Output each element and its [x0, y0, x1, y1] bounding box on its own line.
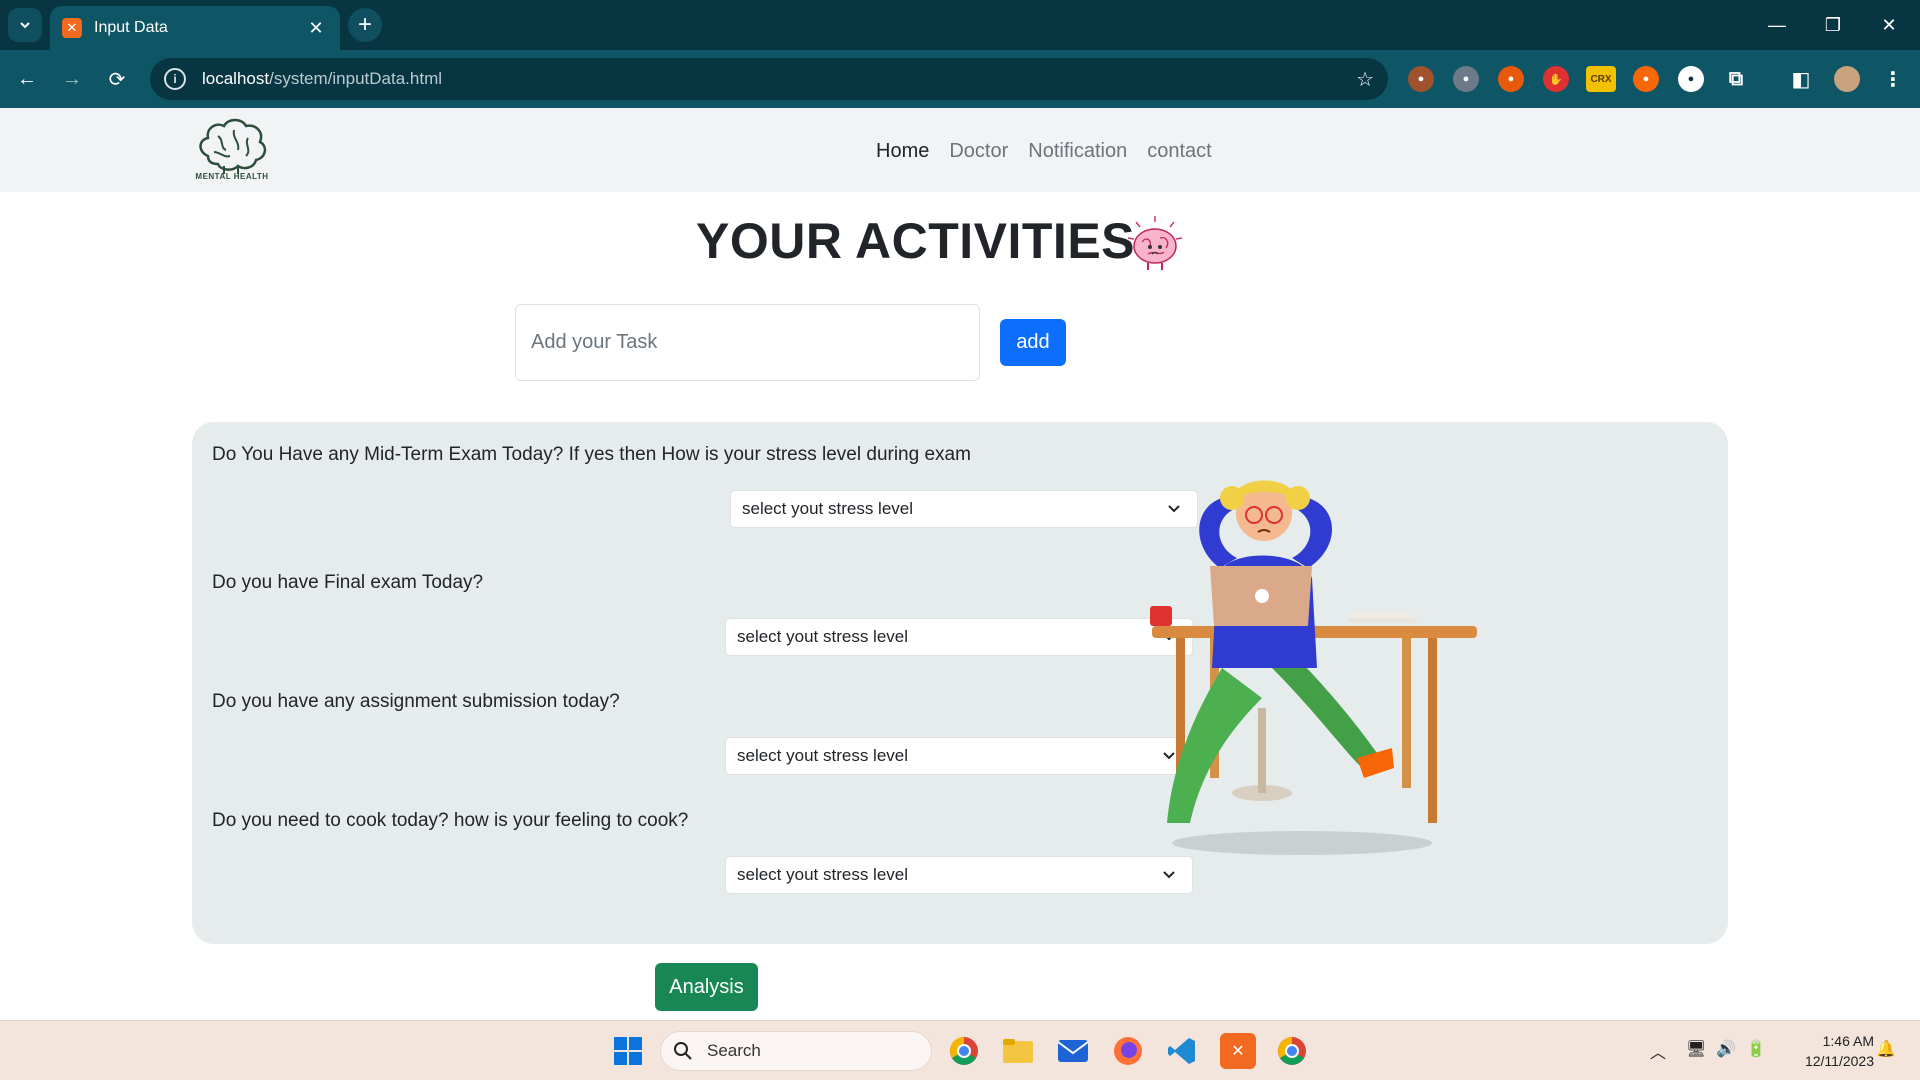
- address-url: localhost/system/inputData.html: [202, 69, 443, 88]
- extension-icon[interactable]: ●: [1678, 66, 1704, 92]
- extension-icon[interactable]: ●: [1633, 66, 1659, 92]
- clock-time: 1:46 AM: [1822, 1033, 1874, 1049]
- restore-icon[interactable]: ❐: [1810, 8, 1856, 42]
- windows-logo-icon: [614, 1037, 642, 1065]
- logo-text: MENTAL HEALTH: [195, 172, 269, 181]
- bookmark-star-icon[interactable]: ☆: [1356, 67, 1374, 92]
- search-label: Search: [707, 1041, 761, 1060]
- chrome-active-icon[interactable]: [1274, 1033, 1310, 1069]
- new-tab-button[interactable]: +: [348, 8, 382, 42]
- task-input[interactable]: [515, 304, 980, 381]
- xampp-icon[interactable]: ✕: [1220, 1033, 1256, 1069]
- nav-contact[interactable]: contact: [1147, 140, 1211, 163]
- battery-icon[interactable]: 🔋: [1746, 1039, 1766, 1059]
- chevron-down-icon: [1163, 871, 1175, 879]
- add-task-button[interactable]: add: [1000, 319, 1066, 366]
- analysis-button[interactable]: Analysis: [655, 963, 758, 1011]
- vscode-icon[interactable]: [1164, 1033, 1200, 1069]
- select-value: select yout stress level: [737, 746, 909, 765]
- question-label-cook: Do you need to cook today? how is your f…: [212, 810, 689, 831]
- browser-tab-strip: ✕ Input Data ✕ + — ❐ ✕: [0, 0, 1920, 50]
- select-value: select yout stress level: [737, 627, 909, 646]
- fire-extension-icon[interactable]: ●: [1498, 66, 1524, 92]
- crx-extension-icon[interactable]: CRX: [1586, 66, 1616, 92]
- stress-select-cook[interactable]: select yout stress level: [725, 856, 1193, 894]
- windows-start-icon[interactable]: [610, 1033, 646, 1069]
- tab-title: Input Data: [94, 19, 168, 36]
- profile-avatar[interactable]: [1834, 66, 1860, 92]
- select-value: select yout stress level: [742, 499, 914, 518]
- network-icon[interactable]: 🖥: [1686, 1039, 1706, 1059]
- back-arrow-icon[interactable]: ←: [10, 62, 44, 96]
- browser-toolbar: ← → ⟳ i localhost/system/inputData.html …: [0, 50, 1920, 108]
- chevron-down-icon: [20, 22, 30, 29]
- nav-notification[interactable]: Notification: [1028, 140, 1127, 163]
- side-panel-icon[interactable]: ◧: [1788, 66, 1814, 92]
- forward-arrow-icon[interactable]: →: [55, 62, 89, 96]
- site-navbar: MENTAL HEALTH Home Doctor Notification c…: [0, 108, 1920, 192]
- chrome-icon[interactable]: [946, 1033, 982, 1069]
- puzzle-extensions-icon[interactable]: ⧉: [1723, 66, 1749, 92]
- stressed-brain-icon: [1127, 216, 1183, 270]
- cookie-extension-icon[interactable]: ●: [1408, 66, 1434, 92]
- tab-input-data[interactable]: ✕ Input Data ✕: [50, 6, 340, 50]
- file-explorer-icon[interactable]: [1000, 1033, 1036, 1069]
- question-label-midterm: Do You Have any Mid-Term Exam Today? If …: [212, 444, 971, 465]
- address-bar[interactable]: i localhost/system/inputData.html ☆: [150, 58, 1388, 100]
- questions-panel: Do You Have any Mid-Term Exam Today? If …: [192, 422, 1728, 944]
- notification-bell-icon[interactable]: 🔔: [1876, 1039, 1896, 1059]
- stressed-student-illustration: [1150, 480, 1477, 855]
- mail-icon[interactable]: [1055, 1033, 1091, 1069]
- nav-doctor[interactable]: Doctor: [949, 140, 1008, 163]
- windows-taskbar: Search ✕ ︿ 🖥 🔊 🔋 1:46 AM 12/11/2023 🔔: [0, 1020, 1920, 1080]
- firefox-icon[interactable]: [1110, 1033, 1146, 1069]
- nav-home[interactable]: Home: [876, 140, 929, 163]
- xampp-favicon-icon: ✕: [62, 18, 82, 38]
- question-label-assignment: Do you have any assignment submission to…: [212, 691, 620, 712]
- browser-menu-icon[interactable]: ⋮: [1880, 66, 1906, 92]
- tab-close-icon[interactable]: ✕: [304, 18, 328, 39]
- clock-date: 12/11/2023: [1804, 1053, 1874, 1069]
- stop-extension-icon[interactable]: ✋: [1543, 66, 1569, 92]
- select-value: select yout stress level: [737, 865, 909, 884]
- search-icon: [674, 1042, 692, 1060]
- question-label-final: Do you have Final exam Today?: [212, 572, 484, 593]
- reload-icon[interactable]: ⟳: [100, 62, 134, 96]
- site-info-icon[interactable]: i: [164, 68, 186, 90]
- taskbar-search[interactable]: Search: [660, 1031, 932, 1071]
- page-title: YOUR ACTIVITIES: [696, 213, 1136, 269]
- minimize-icon[interactable]: —: [1754, 8, 1800, 42]
- volume-icon[interactable]: 🔊: [1716, 1039, 1736, 1059]
- system-clock[interactable]: 1:46 AM 12/11/2023: [1784, 1031, 1874, 1071]
- extension-icon[interactable]: ●: [1453, 66, 1479, 92]
- tab-search-button[interactable]: [8, 8, 42, 42]
- show-hidden-icons-chevron-up-icon[interactable]: ︿: [1650, 1039, 1666, 1063]
- main-nav: Home Doctor Notification contact: [876, 140, 1212, 163]
- window-close-icon[interactable]: ✕: [1866, 8, 1912, 42]
